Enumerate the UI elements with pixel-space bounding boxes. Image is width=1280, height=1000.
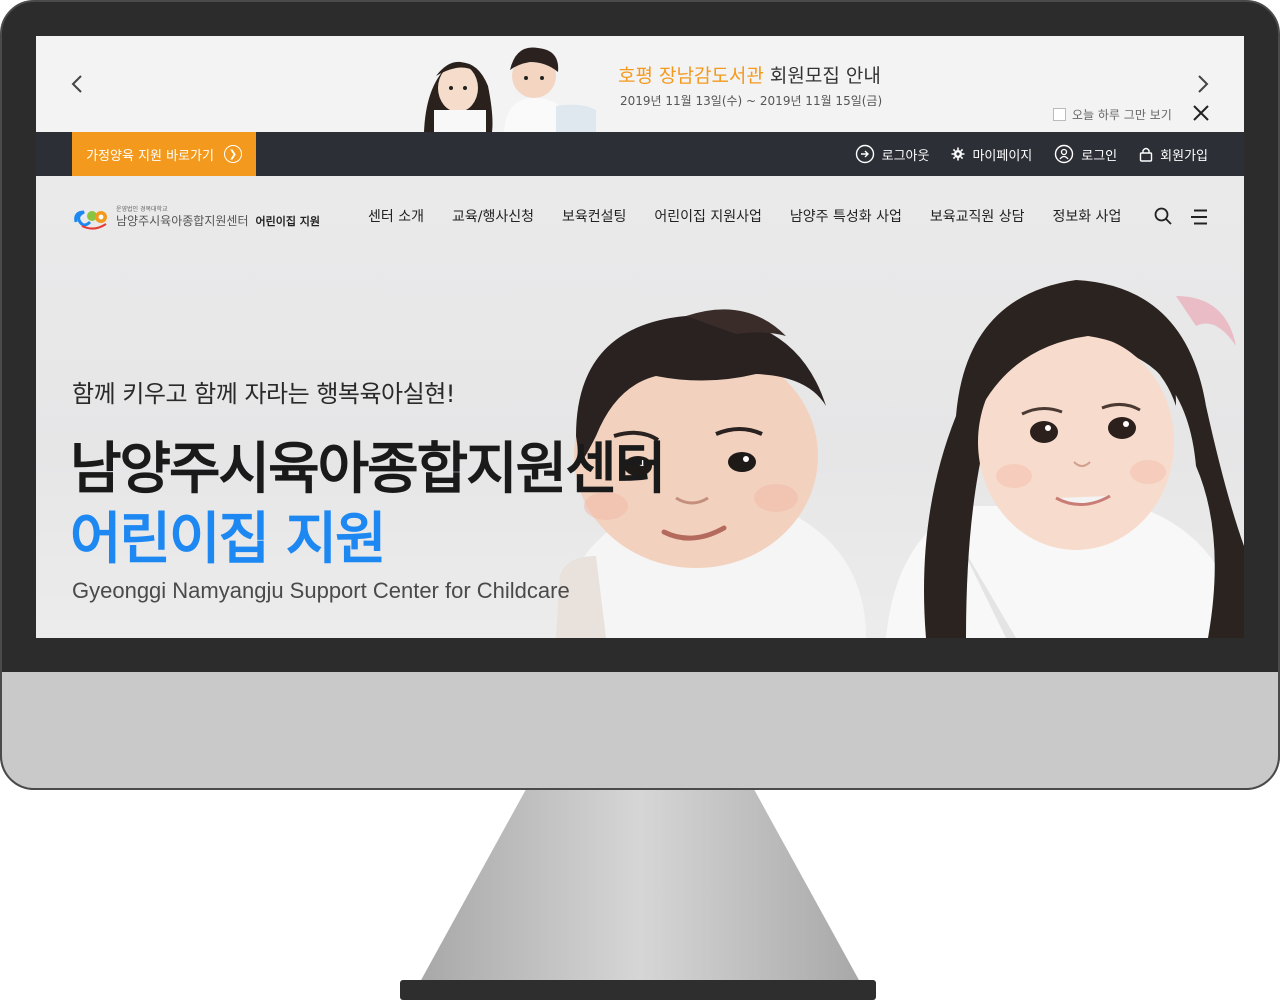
signup-label: 회원가입: [1160, 148, 1208, 164]
shortcut-label: 가정양육 지원 바로가기: [86, 148, 214, 164]
home-childcare-shortcut-button[interactable]: 가정양육 지원 바로가기 ❯: [72, 132, 256, 176]
logo-subtitle: 어린이집 지원: [255, 215, 321, 228]
banner-date: 2019년 11월 13일(수) ~ 2019년 11월 15일(금): [620, 94, 883, 108]
site-logo[interactable]: 운영법인 경복대학교 남양주시육아종합지원센터 어린이집 지원: [72, 204, 320, 230]
browser-screen: 호평 장남감도서관 회원모집 안내 2019년 11월 13일(수) ~ 201…: [36, 36, 1244, 638]
utility-links: 로그아웃 마이페이지 로그인 회원가입: [855, 132, 1208, 176]
monitor-stand: [420, 790, 860, 982]
checkbox-box[interactable]: [1053, 108, 1066, 121]
user-icon: [1055, 144, 1074, 164]
menu-item-special-programs[interactable]: 남양주 특성화 사업: [776, 206, 916, 226]
logo-name: 남양주시육아종합지원센터: [116, 214, 249, 228]
mypage-link[interactable]: 마이페이지: [951, 145, 1032, 164]
mypage-label: 마이페이지: [972, 148, 1033, 164]
top-banner: 호평 장남감도서관 회원모집 안내 2019년 11월 13일(수) ~ 201…: [36, 36, 1244, 132]
main-navigation: 운영법인 경복대학교 남양주시육아종합지원센터 어린이집 지원 센터 소개 교육…: [36, 176, 1244, 258]
monitor-base: [400, 980, 876, 1000]
login-link[interactable]: 로그인: [1054, 144, 1117, 164]
logout-link[interactable]: 로그아웃: [855, 144, 930, 164]
menu-item-informatization[interactable]: 정보화 사업: [1038, 206, 1135, 226]
search-icon[interactable]: [1154, 207, 1172, 225]
chevron-left-icon: [71, 75, 82, 93]
chevron-right-icon: [1198, 75, 1209, 93]
logo-operator: 운영법인 경복대학교: [116, 206, 168, 213]
utility-bar: 가정양육 지원 바로가기 ❯ 로그아웃 마이페이지 로그인 회원가입: [36, 132, 1244, 176]
menu-item-education[interactable]: 교육/행사신청: [438, 206, 548, 226]
hamburger-menu-icon[interactable]: [1190, 209, 1208, 225]
dont-show-today-checkbox[interactable]: 오늘 하루 그만 보기: [1053, 106, 1172, 123]
banner-kids-image: [406, 36, 596, 132]
gear-icon: [951, 147, 965, 161]
monitor-chin: [0, 672, 1280, 790]
hero-section: 운영법인 경복대학교 남양주시육아종합지원센터 어린이집 지원 센터 소개 교육…: [36, 176, 1244, 638]
hero-title: 남양주시육아종합지원센터: [70, 437, 666, 502]
arrow-circle-icon: ❯: [223, 145, 242, 163]
hero-english-name: Gyeonggi Namyangju Support Center for Ch…: [72, 578, 570, 603]
banner-prev-button[interactable]: [68, 74, 88, 94]
main-menu: 센터 소개 교육/행사신청 보육컨설팅 어린이집 지원사업 남양주 특성화 사업…: [368, 206, 1135, 226]
logout-label: 로그아웃: [881, 148, 930, 164]
logo-mark-icon: [74, 210, 107, 230]
login-label: 로그인: [1081, 148, 1118, 164]
menu-item-consulting[interactable]: 보육컨설팅: [548, 206, 640, 226]
menu-item-staff-counseling[interactable]: 보육교직원 상담: [916, 206, 1039, 226]
banner-next-button[interactable]: [1192, 74, 1212, 94]
menu-item-daycare-support[interactable]: 어린이집 지원사업: [640, 206, 776, 226]
lock-icon: [1139, 147, 1153, 162]
logout-icon: [855, 144, 874, 164]
close-icon[interactable]: [1192, 104, 1210, 122]
hero-subtitle: 어린이집 지원: [70, 507, 387, 572]
banner-title[interactable]: 호평 장남감도서관 회원모집 안내: [618, 61, 881, 88]
hero-slogan: 함께 키우고 함께 자라는 행복육아실현!: [72, 380, 455, 408]
banner-title-highlight: 호평 장남감도서관: [618, 65, 764, 87]
menu-item-center-intro[interactable]: 센터 소개: [368, 206, 438, 226]
signup-link[interactable]: 회원가입: [1139, 145, 1208, 164]
banner-title-rest: 회원모집 안내: [763, 65, 881, 87]
dont-show-today-label: 오늘 하루 그만 보기: [1072, 108, 1172, 122]
